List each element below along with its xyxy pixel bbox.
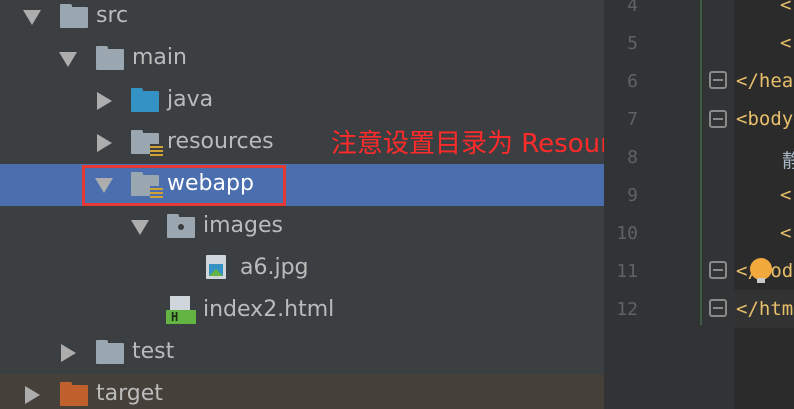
tree-item-main[interactable]: main [0, 38, 604, 80]
code-fragment: </hea [736, 70, 794, 92]
package-folder-icon [167, 214, 195, 238]
line-number: 10 [616, 223, 638, 244]
code-fragment: 静 [782, 150, 794, 172]
tree-item-label: main [132, 45, 187, 70]
line-number: 9 [627, 185, 638, 206]
tree-item-label: a6.jpg [240, 255, 309, 280]
folder-icon [96, 46, 124, 70]
code-fragment: <body [736, 108, 794, 130]
code-fragment: < [780, 222, 792, 244]
folder-icon [60, 4, 88, 28]
tree-item-label: java [167, 87, 214, 112]
excluded-folder-icon [60, 382, 88, 406]
expand-arrow-icon[interactable] [59, 52, 77, 67]
line-number: 11 [616, 261, 638, 282]
expand-arrow-icon[interactable] [131, 220, 149, 235]
lightbulb-icon[interactable] [750, 258, 772, 283]
annotation-text: 注意设置目录为 ResourcesRoot [331, 129, 604, 159]
line-number: 8 [627, 147, 638, 168]
code-fragment: < [780, 184, 792, 206]
code-editor[interactable]: < < </hea <body 静 < < </bod </htm [734, 0, 794, 409]
project-tree: src main java resources webapp images a6… [0, 0, 604, 409]
fold-marker-icon[interactable] [709, 261, 727, 279]
source-folder-icon [131, 88, 159, 112]
highlight-box [82, 165, 286, 206]
tree-item-label: src [96, 3, 129, 28]
image-file-icon [206, 255, 228, 281]
tree-item-src[interactable]: src [0, 0, 604, 38]
html-file-icon: H [166, 296, 196, 324]
line-number: 5 [627, 33, 638, 54]
tree-item-a6-jpg[interactable]: a6.jpg [0, 248, 604, 290]
tree-item-images[interactable]: images [0, 206, 604, 248]
fold-marker-icon[interactable] [709, 71, 727, 89]
indent-guide [700, 0, 702, 325]
tree-item-label: images [203, 213, 283, 238]
fold-marker-icon[interactable] [709, 110, 727, 128]
tree-item-index2-html[interactable]: H index2.html [0, 290, 604, 332]
fold-marker-icon[interactable] [709, 299, 727, 317]
tree-item-label: target [96, 381, 163, 406]
code-fragment: < [780, 32, 792, 54]
line-number: 4 [627, 0, 638, 16]
tree-item-label: resources [167, 129, 274, 154]
collapse-arrow-icon[interactable] [25, 386, 40, 404]
tree-item-label: test [132, 339, 175, 364]
collapse-arrow-icon[interactable] [97, 134, 112, 152]
tree-item-java[interactable]: java [0, 80, 604, 122]
folder-icon [96, 340, 124, 364]
line-number: 7 [627, 109, 638, 130]
tree-item-target[interactable]: target [0, 374, 604, 409]
line-number: 6 [627, 71, 638, 92]
line-number: 12 [616, 299, 638, 320]
tree-item-label: index2.html [203, 297, 335, 322]
collapse-arrow-icon[interactable] [61, 344, 76, 362]
code-fragment: </htm [736, 298, 794, 320]
collapse-arrow-icon[interactable] [97, 92, 112, 110]
resources-folder-icon [131, 130, 163, 157]
code-fragment: < [780, 0, 792, 16]
tree-item-test[interactable]: test [0, 332, 604, 374]
expand-arrow-icon[interactable] [23, 10, 41, 25]
